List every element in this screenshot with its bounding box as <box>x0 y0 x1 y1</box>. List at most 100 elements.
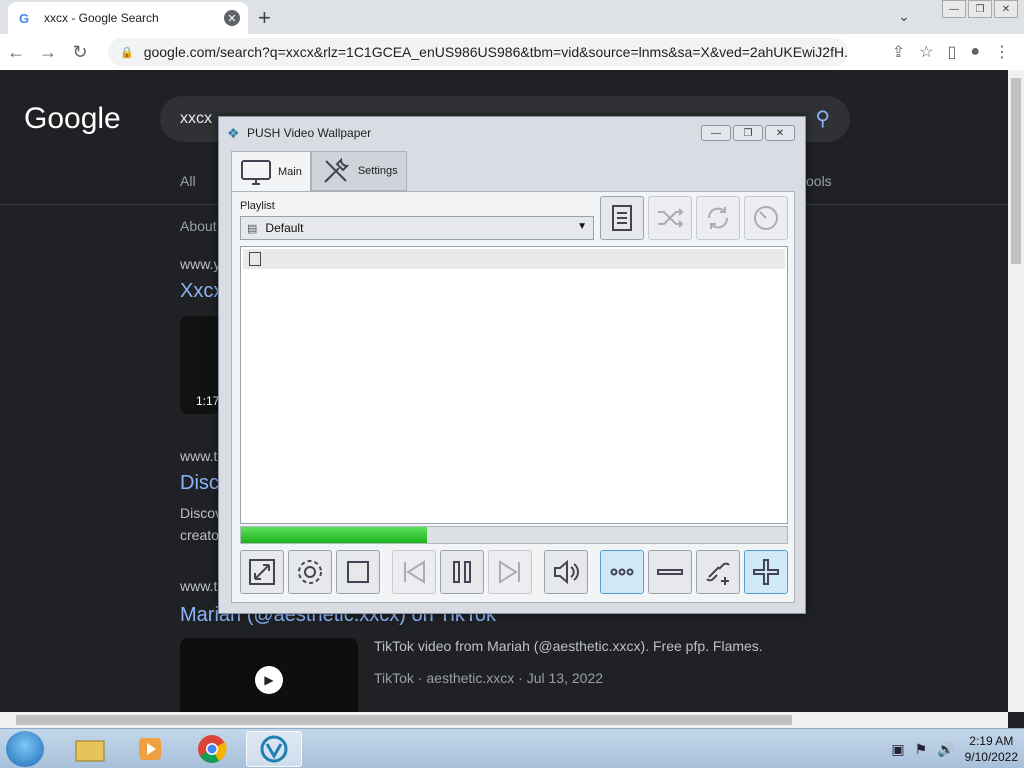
push-video-wallpaper-taskbar-icon[interactable] <box>246 731 302 767</box>
control-spacer <box>384 550 388 594</box>
result3-url[interactable]: www.t <box>180 578 217 594</box>
nav-tools[interactable]: ools <box>806 173 832 189</box>
playlist-list[interactable] <box>240 246 788 524</box>
app-close-button[interactable]: ✕ <box>765 125 795 141</box>
nav-all[interactable]: All <box>180 173 196 189</box>
vertical-scrollbar[interactable] <box>1008 70 1024 712</box>
settings-button[interactable] <box>288 550 332 594</box>
playlist-label: Playlist <box>240 200 275 212</box>
fullscreen-button[interactable] <box>240 550 284 594</box>
shuffle-button[interactable] <box>648 196 692 240</box>
forward-button[interactable]: → <box>32 42 64 63</box>
tab-search-chevron-icon[interactable]: ⌄ <box>898 8 910 25</box>
more-options-button[interactable] <box>600 550 644 594</box>
stop-button[interactable] <box>336 550 380 594</box>
result1-thumbnail[interactable]: 1:17 <box>180 316 220 414</box>
playlist-doc-icon: ▤ <box>247 222 258 235</box>
restore-button[interactable]: ❐ <box>968 0 992 18</box>
volume-icon[interactable]: 🔊 <box>937 741 954 758</box>
bookmark-star-icon[interactable]: ☆ <box>919 42 933 62</box>
search-icon[interactable]: ⚲ <box>815 106 830 131</box>
remove-button[interactable] <box>648 550 692 594</box>
address-url[interactable]: google.com/search?q=xxcx&rlz=1C1GCEA_enU… <box>144 44 848 60</box>
control-spacer <box>536 550 540 594</box>
playlist-actions <box>600 196 788 240</box>
add-button[interactable] <box>744 550 788 594</box>
film-icon <box>249 252 261 266</box>
tools-icon <box>324 157 350 183</box>
volume-button[interactable] <box>544 550 588 594</box>
tab-settings[interactable]: Settings <box>310 151 407 191</box>
explorer-taskbar-icon[interactable] <box>62 731 118 767</box>
minimize-button[interactable]: — <box>942 0 966 18</box>
timer-icon <box>754 206 778 230</box>
reload-button[interactable]: ↻ <box>64 42 96 63</box>
tab-close-icon[interactable]: ✕ <box>224 10 240 26</box>
vertical-scroll-thumb[interactable] <box>1011 78 1021 264</box>
result3-thumbnail[interactable]: ▶ <box>180 638 358 712</box>
monitor-icon <box>241 160 271 185</box>
chrome-taskbar-icon[interactable] <box>184 731 240 767</box>
pause-icon <box>453 561 471 583</box>
browser-tab[interactable]: G xxcx - Google Search ✕ <box>8 2 248 34</box>
document-icon <box>612 205 632 231</box>
result2-url[interactable]: www.t <box>180 448 217 464</box>
shuffle-icon <box>658 208 684 228</box>
tab-title: xxcx - Google Search <box>44 11 159 25</box>
expand-icon <box>249 559 275 585</box>
new-tab-button[interactable]: + <box>258 5 271 31</box>
timer-button[interactable] <box>744 196 788 240</box>
side-panel-icon[interactable]: ▯ <box>948 42 957 62</box>
browser-tabstrip: G xxcx - Google Search ✕ + ⌄ — ❐ ✕ <box>0 0 1024 34</box>
list-item[interactable] <box>243 249 785 269</box>
media-player-taskbar-icon[interactable] <box>122 731 178 767</box>
control-spacer <box>592 550 596 594</box>
result3-meta: TikTok · aesthetic.xxcx · Jul 13, 2022 <box>374 670 604 686</box>
tab-main[interactable]: Main <box>231 151 311 192</box>
video-progress-bar[interactable] <box>240 526 788 544</box>
playlist-edit-button[interactable] <box>600 196 644 240</box>
pause-button[interactable] <box>440 550 484 594</box>
search-query[interactable]: xxcx <box>180 110 212 128</box>
clock-time: 2:19 AM <box>969 734 1014 748</box>
loop-button[interactable] <box>696 196 740 240</box>
window-controls: — ❐ ✕ <box>942 0 1018 18</box>
address-bar[interactable]: 🔒 google.com/search?q=xxcx&rlz=1C1GCEA_e… <box>108 38 848 66</box>
clock[interactable]: 2:19 AM 9/10/2022 <box>965 733 1018 765</box>
gear-icon <box>298 560 322 584</box>
playlist-selected: Default <box>265 221 304 235</box>
play-icon[interactable]: ▶ <box>255 666 283 694</box>
system-tray: ▣ ⚑ 🔊 2:19 AM 9/10/2022 <box>891 733 1018 765</box>
previous-button[interactable] <box>392 550 436 594</box>
playlist-dropdown[interactable]: ▤ Default ▼ <box>240 216 594 240</box>
network-icon[interactable]: ▣ <box>891 741 904 758</box>
clock-date: 9/10/2022 <box>964 750 1018 764</box>
skip-forward-icon <box>499 560 520 584</box>
browser-toolbar: ← → ↻ 🔒 google.com/search?q=xxcx&rlz=1C1… <box>0 34 1024 70</box>
horizontal-scroll-thumb[interactable] <box>16 715 792 725</box>
plus-icon <box>753 559 779 585</box>
start-button[interactable] <box>6 731 44 767</box>
result1-url[interactable]: www.y <box>180 256 220 272</box>
app-restore-button[interactable]: ❐ <box>733 125 763 141</box>
menu-kebab-icon[interactable]: ⋮ <box>994 42 1010 62</box>
close-window-button[interactable]: ✕ <box>994 0 1018 18</box>
add-url-button[interactable] <box>696 550 740 594</box>
result2-snippet-2: creato <box>180 527 219 543</box>
google-logo[interactable]: Google <box>24 102 121 136</box>
dropdown-arrow-icon[interactable]: ▼ <box>577 221 587 232</box>
toolbar-actions: ⇪ ☆ ▯ ● ⋮ <box>892 34 1024 70</box>
profile-avatar[interactable]: ● <box>970 43 980 61</box>
result1-title[interactable]: Xxcx <box>180 280 223 303</box>
app-body: Main Settings Playlist ▤ Default ▼ <box>231 151 795 603</box>
back-button[interactable]: ← <box>0 42 32 63</box>
minus-icon <box>657 569 683 575</box>
action-center-icon[interactable]: ⚑ <box>915 741 928 758</box>
app-minimize-button[interactable]: — <box>701 125 731 141</box>
horizontal-scrollbar[interactable] <box>0 712 1008 728</box>
next-button[interactable] <box>488 550 532 594</box>
speaker-icon <box>554 559 579 585</box>
lock-icon[interactable]: 🔒 <box>120 46 134 59</box>
google-favicon-icon: G <box>18 10 30 26</box>
share-icon[interactable]: ⇪ <box>892 42 905 62</box>
